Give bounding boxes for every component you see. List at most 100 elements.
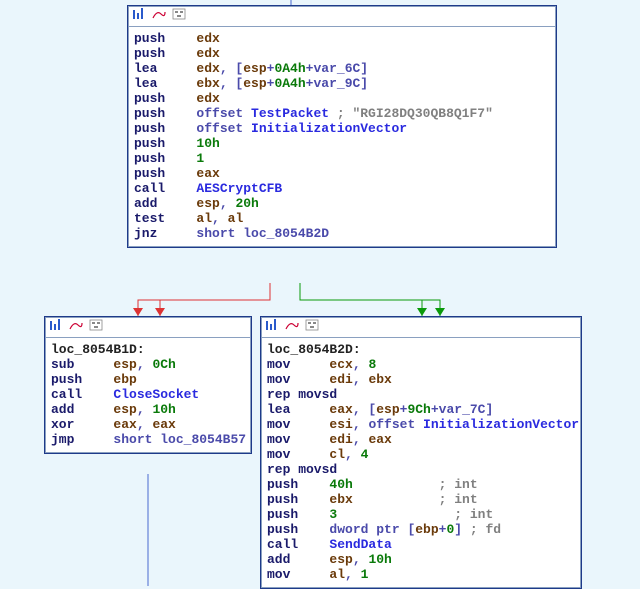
mnemonic: push — [267, 507, 329, 522]
operand: , — [353, 552, 369, 567]
asm-line[interactable]: push offset TestPacket ; "RGI28DQ30QB8Q1… — [134, 106, 550, 121]
asm-line[interactable]: rep movsd — [267, 462, 575, 477]
operand: esp — [113, 402, 136, 417]
operand: edx — [196, 31, 219, 46]
block-label: loc_8054B2D: — [267, 342, 575, 357]
mnemonic: push — [134, 136, 196, 151]
operand: esp — [196, 196, 219, 211]
asm-line[interactable]: mov ecx, 8 — [267, 357, 575, 372]
operand: eax — [113, 417, 136, 432]
node-body: loc_8054B2D:mov ecx, 8mov edi, ebxrep mo… — [261, 338, 581, 588]
operand: edi — [329, 432, 352, 447]
operand: 9Ch — [407, 402, 430, 417]
operand: 1 — [361, 567, 369, 582]
asm-line[interactable]: xor eax, eax — [51, 417, 245, 432]
asm-line[interactable]: add esp, 10h — [51, 402, 245, 417]
asm-line[interactable]: push eax — [134, 166, 550, 181]
operand: edi — [329, 372, 352, 387]
operand: 20h — [235, 196, 258, 211]
asm-line[interactable]: mov esi, offset InitializationVector — [267, 417, 575, 432]
operand: offset — [196, 121, 251, 136]
curve-icon — [285, 319, 299, 335]
operand: SendData — [329, 537, 391, 552]
mnemonic: mov — [267, 447, 329, 462]
mnemonic: lea — [267, 402, 329, 417]
asm-line[interactable]: lea edx, [esp+0A4h+var_6C] — [134, 61, 550, 76]
operand: 0A4h — [274, 76, 305, 91]
operand: esi — [329, 417, 352, 432]
asm-line[interactable]: jnz short loc_8054B2D — [134, 226, 550, 241]
asm-line[interactable]: rep movsd — [267, 387, 575, 402]
asm-line[interactable]: add esp, 20h — [134, 196, 550, 211]
operand: ] — [485, 402, 493, 417]
operand: 10h — [152, 402, 175, 417]
operand: al — [329, 567, 345, 582]
mnemonic: call — [134, 181, 196, 196]
asm-line[interactable]: test al, al — [134, 211, 550, 226]
mnemonic: call — [51, 387, 113, 402]
asm-line[interactable]: push edx — [134, 46, 550, 61]
operand: + — [431, 402, 439, 417]
asm-line[interactable]: mov edi, ebx — [267, 372, 575, 387]
mnemonic: push — [134, 31, 196, 46]
mnemonic: push — [134, 151, 196, 166]
operand: 0Ch — [152, 357, 175, 372]
mnemonic: jnz — [134, 226, 196, 241]
asm-line[interactable]: call SendData — [267, 537, 575, 552]
operand: 0A4h — [274, 61, 305, 76]
operand: ebx — [196, 76, 219, 91]
basic-block-right[interactable]: loc_8054B2D:mov ecx, 8mov edi, ebxrep mo… — [260, 316, 582, 589]
asm-line[interactable]: call CloseSocket — [51, 387, 245, 402]
operand: InitializationVector — [251, 121, 407, 136]
operand: , — [137, 417, 153, 432]
asm-line[interactable]: sub esp, 0Ch — [51, 357, 245, 372]
asm-line[interactable]: push dword ptr [ebp+0] ; fd — [267, 522, 575, 537]
control-icon — [89, 319, 103, 335]
operand: , — [137, 402, 153, 417]
asm-line[interactable]: push ebx ; int — [267, 492, 575, 507]
asm-line[interactable]: lea eax, [esp+9Ch+var_7C] — [267, 402, 575, 417]
asm-line[interactable]: mov cl, 4 — [267, 447, 575, 462]
asm-line[interactable]: add esp, 10h — [267, 552, 575, 567]
asm-line[interactable]: call AESCryptCFB — [134, 181, 550, 196]
asm-line[interactable]: push 10h — [134, 136, 550, 151]
basic-block-left[interactable]: loc_8054B1D:sub esp, 0Chpush ebpcall Clo… — [44, 316, 252, 454]
asm-line[interactable]: push 3 ; int — [267, 507, 575, 522]
asm-line[interactable]: jmp short loc_8054B57 — [51, 432, 245, 447]
asm-line[interactable]: push 40h ; int — [267, 477, 575, 492]
asm-line[interactable]: mov edi, eax — [267, 432, 575, 447]
mnemonic: mov — [267, 372, 329, 387]
operand: , — [212, 211, 228, 226]
asm-line[interactable]: push 1 — [134, 151, 550, 166]
operand: AESCryptCFB — [196, 181, 282, 196]
operand: esp — [376, 402, 399, 417]
asm-line[interactable]: mov al, 1 — [267, 567, 575, 582]
mnemonic: push — [134, 166, 196, 181]
asm-line[interactable]: push ebp — [51, 372, 245, 387]
basic-block-top[interactable]: push edxpush edxlea edx, [esp+0A4h+var_6… — [127, 5, 557, 248]
operand: CloseSocket — [113, 387, 199, 402]
mnemonic: sub — [51, 357, 113, 372]
asm-line[interactable]: lea ebx, [esp+0A4h+var_9C] — [134, 76, 550, 91]
node-body: push edxpush edxlea edx, [esp+0A4h+var_6… — [128, 27, 556, 247]
operand: short — [113, 432, 160, 447]
mnemonic: push — [134, 91, 196, 106]
asm-line[interactable]: push edx — [134, 31, 550, 46]
bars-icon — [265, 319, 279, 335]
operand: ebp — [113, 372, 136, 387]
asm-line[interactable]: push edx — [134, 91, 550, 106]
operand: esp — [113, 357, 136, 372]
arrowhead-green — [435, 308, 445, 316]
operand: var_7C — [439, 402, 486, 417]
operand: 40h — [329, 477, 352, 492]
bars-icon — [49, 319, 63, 335]
operand: short — [196, 226, 243, 241]
operand — [462, 522, 470, 537]
arrowhead-red — [133, 308, 143, 316]
mnemonic: test — [134, 211, 196, 226]
node-header — [128, 6, 556, 27]
operand: loc_8054B2D — [243, 226, 329, 241]
operand: offset — [368, 417, 423, 432]
operand: ] — [360, 61, 368, 76]
asm-line[interactable]: push offset InitializationVector — [134, 121, 550, 136]
